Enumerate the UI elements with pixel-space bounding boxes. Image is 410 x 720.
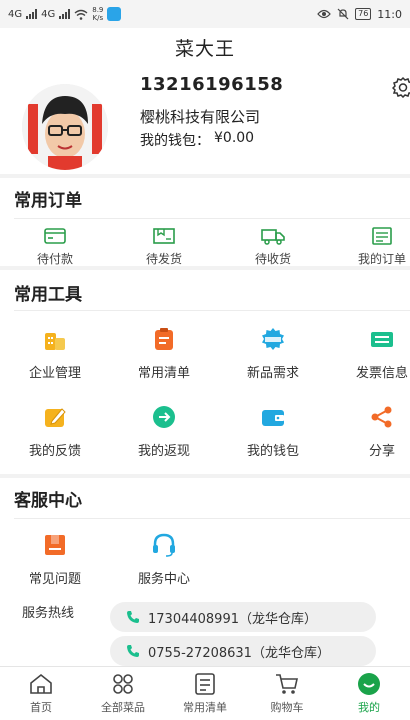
tool-label: 发票信息 [355, 366, 408, 381]
net-speed: 8.9 K/s [92, 6, 103, 22]
carrier-1-label: 4G [8, 8, 23, 20]
tool-label: 我的返现 [137, 444, 190, 459]
cart-icon [276, 674, 298, 694]
service-center[interactable]: 服务中心 [114, 532, 214, 587]
order-label: 待收货 [254, 252, 291, 266]
orders-divider [14, 218, 410, 219]
card-icon [44, 228, 66, 244]
share-icon [371, 406, 392, 428]
truck-icon [261, 229, 285, 245]
tab-label: 我的 [358, 701, 380, 714]
tool-label: 我的反馈 [28, 444, 81, 459]
order-label: 待发货 [145, 252, 182, 266]
tab-home[interactable]: 首页 [0, 667, 82, 720]
company-name: 樱桃科技有限公司 [140, 108, 261, 126]
order-label: 待付款 [36, 252, 73, 266]
order-pending-receipt[interactable]: 待收货 [233, 226, 313, 267]
clipboard-icon [155, 328, 173, 350]
wifi-icon [74, 9, 88, 20]
new-badge-icon [262, 328, 284, 350]
avatar[interactable] [22, 84, 108, 170]
tool-my-feedback[interactable]: 我的反馈 [5, 404, 105, 459]
headset-icon [153, 533, 175, 557]
tab-mine[interactable]: 我的 [328, 667, 410, 720]
service-label: 常见问题 [28, 572, 81, 587]
tab-label: 购物车 [270, 701, 304, 714]
grid-icon [113, 674, 133, 694]
order-pending-payment[interactable]: 待付款 [15, 226, 95, 267]
feedback-icon [45, 408, 66, 427]
tab-all-dishes[interactable]: 全部菜品 [82, 667, 164, 720]
tool-my-cashback[interactable]: 我的返现 [114, 404, 214, 459]
tool-enterprise-management[interactable]: 企业管理 [5, 326, 105, 381]
tool-new-product-request[interactable]: 新品需求 [223, 326, 323, 381]
hotline-label: 服务热线 [22, 606, 75, 621]
tab-cart[interactable]: 购物车 [246, 667, 328, 720]
wallet-icon [262, 410, 284, 426]
signal-icon-2 [59, 9, 71, 19]
battery-indicator: 76 [355, 8, 372, 20]
tools-card: 常用工具 企业管理 常用清单 新品需求 发票信息 我的反馈 我的返现 我的钱包 … [0, 270, 410, 474]
tool-label: 企业管理 [28, 366, 81, 381]
app-notification-icon [107, 7, 122, 21]
mute-icon [337, 8, 349, 20]
profile-icon [358, 673, 380, 695]
receipt-icon [372, 227, 392, 245]
hotline-phone-1[interactable]: 17304408991（龙华仓库） [110, 602, 376, 632]
tab-label: 常用清单 [183, 701, 227, 714]
tab-label: 全部菜品 [101, 701, 145, 714]
signal-icon [26, 9, 38, 19]
hotline-phone-2[interactable]: 0755-27208631（龙华仓库） [110, 636, 376, 666]
cashback-icon [153, 406, 175, 428]
wallet-balance: 我的钱包： ¥0.00 [140, 130, 254, 150]
tab-common-list[interactable]: 常用清单 [164, 667, 246, 720]
user-phone: 13216196158 [140, 74, 284, 95]
wallet-amount: ¥0.00 [214, 130, 255, 146]
service-label: 服务中心 [137, 572, 190, 587]
status-bar: 4G 4G 8.9 K/s 76 11:0 [0, 0, 410, 28]
hotline-number: 0755-27208631（龙华仓库） [148, 645, 330, 661]
tool-my-wallet[interactable]: 我的钱包 [223, 404, 323, 459]
order-label: 我的订单 [357, 252, 406, 266]
profile-card[interactable]: 13216196158 樱桃科技有限公司 我的钱包： ¥0.00 [0, 66, 410, 174]
page-title: 菜大王 [174, 37, 235, 60]
settings-gear-icon[interactable] [392, 76, 410, 98]
phone-icon [127, 611, 139, 623]
enterprise-icon [45, 333, 65, 350]
tool-label: 新品需求 [246, 366, 299, 381]
status-time: 11:0 [377, 7, 402, 21]
tool-label: 常用清单 [137, 366, 190, 381]
carrier-2-label: 4G [41, 8, 56, 20]
net-speed-value: 8.9 [92, 6, 104, 14]
faq-icon [45, 535, 65, 555]
orders-card: 常用订单 待付款 待发货 待收货 我的订单 [0, 178, 410, 266]
avatar-image [22, 84, 108, 170]
tools-section-title: 常用工具 [14, 285, 82, 305]
tool-label: 我的钱包 [246, 444, 299, 459]
phone-icon [127, 645, 139, 657]
order-all[interactable]: 我的订单 [342, 226, 410, 267]
tool-common-list[interactable]: 常用清单 [114, 326, 214, 381]
title-bar: 菜大王 [0, 28, 410, 66]
eye-icon [317, 9, 331, 19]
tool-share[interactable]: 分享 [332, 404, 410, 459]
hotline-number: 17304408991（龙华仓库） [148, 611, 317, 627]
service-section-title: 客服中心 [14, 491, 82, 511]
home-icon [30, 673, 52, 694]
service-faq[interactable]: 常见问题 [5, 532, 105, 587]
service-divider [14, 518, 410, 519]
tool-invoice-info[interactable]: 发票信息 [332, 326, 410, 381]
invoice-icon [371, 332, 393, 347]
tab-label: 首页 [30, 701, 52, 714]
tools-divider [14, 310, 410, 311]
bottom-tab-bar: 首页 全部菜品 常用清单 购物车 我的 [0, 666, 410, 720]
order-pending-shipment[interactable]: 待发货 [124, 226, 204, 267]
orders-section-title: 常用订单 [14, 191, 82, 211]
wallet-label: 我的钱包： [140, 133, 210, 149]
list-icon [195, 673, 215, 695]
net-speed-unit: K/s [92, 14, 104, 22]
box-icon [153, 228, 175, 244]
tool-label: 分享 [368, 444, 395, 459]
